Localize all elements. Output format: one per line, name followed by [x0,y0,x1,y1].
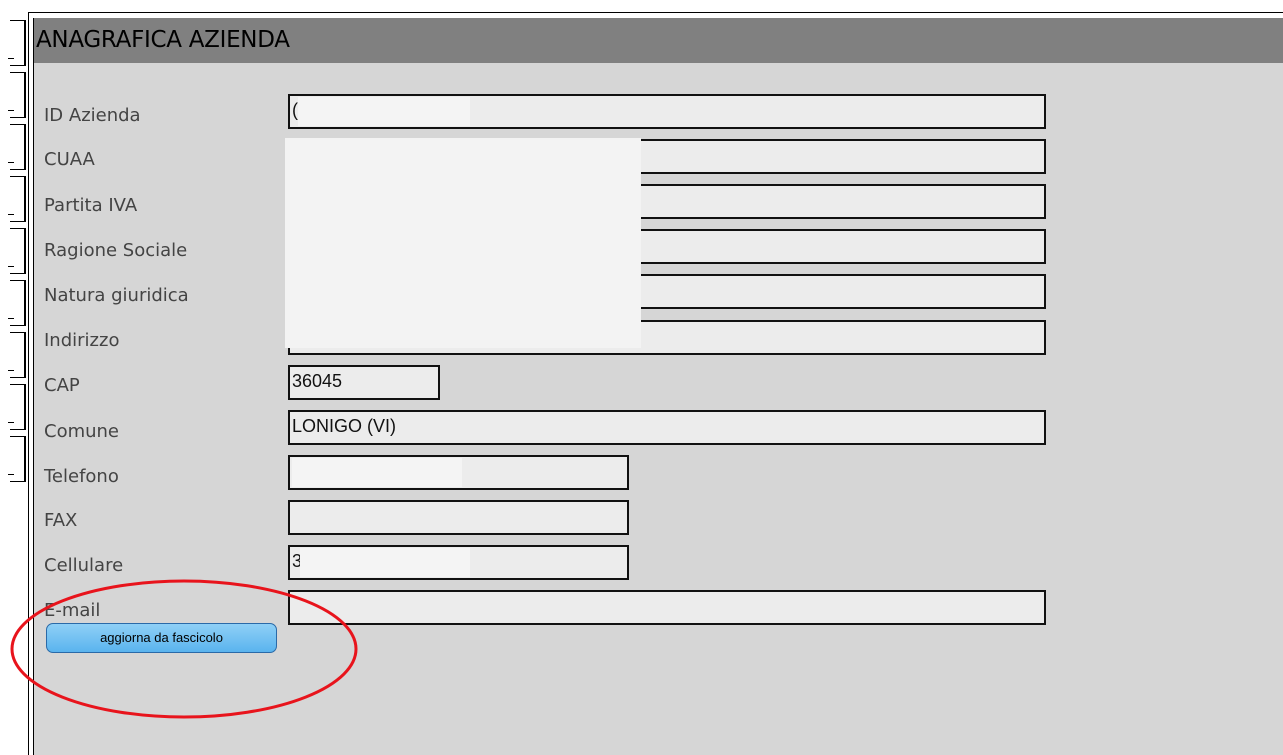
redaction-block [285,138,641,348]
input-telefono[interactable] [288,455,629,490]
label-comune: Comune [44,421,120,442]
panel-title: ANAGRAFICA AZIENDA [36,27,290,53]
redaction-telefono [292,458,462,487]
label-partita-iva: Partita IVA [44,195,138,216]
frame-border [28,12,29,755]
input-cellulare[interactable]: 3 [288,545,629,580]
input-comune[interactable]: LONIGO (VI) [288,410,1046,445]
label-email: E-mail [44,600,101,621]
side-tab[interactable] [8,72,26,118]
input-id-azienda[interactable]: ( [288,94,1046,129]
label-cellulare: Cellulare [44,555,124,576]
input-email[interactable] [288,590,1046,625]
label-fax: FAX [44,510,78,531]
label-ragione-sociale: Ragione Sociale [44,240,188,261]
redaction-id-azienda [298,97,470,126]
side-tab[interactable] [8,280,26,326]
side-tab[interactable] [8,176,26,222]
label-natura-giuridica: Natura giuridica [44,285,189,306]
input-fax[interactable] [288,500,629,535]
label-cuaa: CUAA [44,149,95,170]
update-from-file-button[interactable]: aggiorna da fascicolo [46,623,277,653]
side-tab[interactable] [8,20,26,66]
panel-header: ANAGRAFICA AZIENDA [34,18,1283,63]
side-tab[interactable] [8,384,26,430]
side-tab[interactable] [8,124,26,170]
label-telefono: Telefono [44,466,119,487]
side-tab[interactable] [8,332,26,378]
page: ANAGRAFICA AZIENDA ID Azienda ( CUAA Par… [0,0,1283,755]
company-registry-panel: ANAGRAFICA AZIENDA ID Azienda ( CUAA Par… [33,18,1283,755]
label-indirizzo: Indirizzo [44,330,120,351]
input-cap[interactable]: 36045 [288,365,440,400]
frame-border-top [28,12,1283,13]
side-tab[interactable] [8,436,26,482]
side-tab[interactable] [8,228,26,274]
label-cap: CAP [44,375,80,396]
redaction-cellulare [300,548,470,577]
label-id-azienda: ID Azienda [44,105,141,126]
